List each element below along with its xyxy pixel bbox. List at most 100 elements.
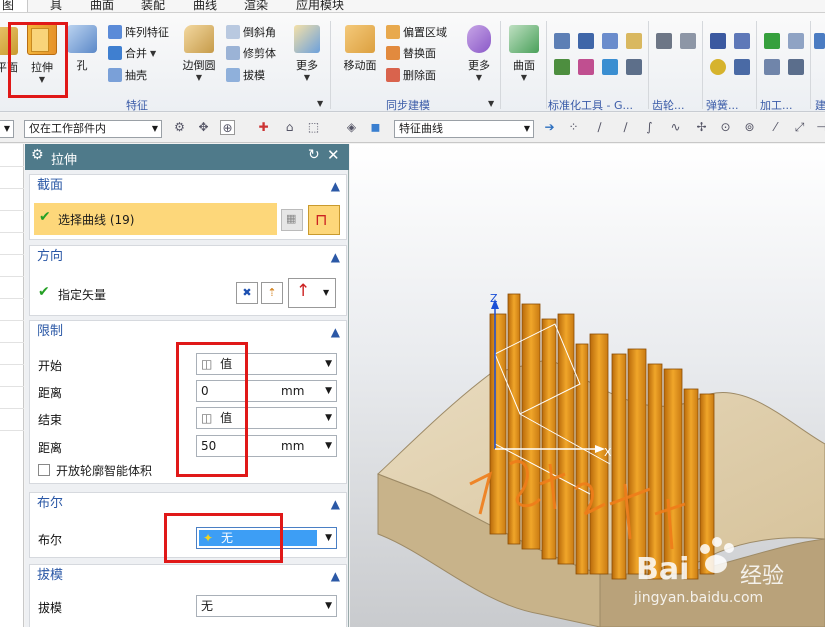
menu-item-assembly[interactable]: 装配 — [141, 0, 165, 12]
chevron-up-icon[interactable]: ▲ — [331, 175, 340, 197]
hole-button[interactable]: 孔 — [66, 25, 98, 73]
unite-dropdown-caret[interactable]: ▼ — [150, 49, 156, 58]
edge-blend-button[interactable]: 边倒圆 ▼ — [178, 25, 220, 82]
vector-type-dropdown[interactable]: ↑ ▼ — [288, 278, 336, 308]
std-tool-8-icon[interactable] — [626, 59, 642, 75]
std-tool-5-icon[interactable] — [554, 59, 570, 75]
draft-dropdown[interactable]: 无 ▼ — [196, 595, 337, 617]
std-tool-6-icon[interactable] — [578, 59, 594, 75]
open-profile-checkbox[interactable] — [38, 464, 50, 476]
snap-point-icon[interactable]: ⊕ — [220, 120, 235, 135]
chevron-up-icon[interactable]: ▲ — [331, 246, 340, 268]
build-tool-icon[interactable] — [814, 33, 825, 49]
chevron-down-icon[interactable]: ▼ — [325, 381, 332, 401]
spring-tool-4-icon[interactable] — [734, 59, 750, 75]
tangent-icon[interactable]: ⊚ — [742, 120, 757, 135]
draft-button[interactable]: 拔模 — [226, 66, 265, 84]
std-tool-1-icon[interactable] — [554, 33, 570, 49]
surface-button[interactable]: 曲面 ▼ — [506, 25, 542, 82]
spline-icon[interactable]: ∿ — [668, 120, 683, 135]
limits-header[interactable]: 限制 ▲ — [30, 321, 346, 343]
close-icon[interactable]: ✕ — [327, 146, 340, 164]
intersect-icon[interactable]: ✢ — [694, 120, 709, 135]
reset-icon[interactable]: ↻ — [308, 147, 320, 163]
std-tool-7-icon[interactable] — [602, 59, 618, 75]
more-sync-button[interactable]: 更多 ▼ — [462, 25, 496, 82]
vector-dialog-button[interactable]: ⇡ — [261, 282, 283, 304]
chevron-down-icon: ▼ — [3, 124, 10, 133]
boolean-header[interactable]: 布尔 ▲ — [30, 493, 346, 515]
curve-rule-dropdown[interactable]: 特征曲线 ▼ — [394, 120, 534, 138]
delete-face-button[interactable]: 删除面 — [386, 66, 436, 84]
spring-tool-2-icon[interactable] — [734, 33, 750, 49]
offset-region-button[interactable]: 偏置区域 — [386, 23, 447, 41]
angle-icon[interactable]: ⁄ — [768, 120, 783, 135]
shell-button[interactable]: 抽壳 — [108, 66, 147, 84]
solid-body-icon[interactable]: ◈ — [344, 120, 359, 135]
unite-label: 合并 — [125, 47, 147, 60]
snap-icon[interactable]: ✥ — [196, 120, 211, 135]
edge-blend-dropdown-caret[interactable]: ▼ — [178, 73, 220, 82]
machining-tool-1-icon[interactable] — [764, 33, 780, 49]
more-features-button[interactable]: 更多 ▼ — [290, 25, 324, 82]
rectangle-select-icon[interactable]: ⬚ — [306, 120, 321, 135]
std-tool-4-icon[interactable] — [626, 33, 642, 49]
chamfer-button[interactable]: 倒斜角 — [226, 23, 276, 41]
more-snap-icon[interactable]: ⊣ — [814, 120, 825, 135]
section-header[interactable]: 截面 ▲ — [30, 175, 346, 197]
dialog-title: 拉伸 — [51, 153, 78, 168]
chevron-down-icon[interactable]: ▼ — [325, 436, 332, 456]
scope-filter-dropdown[interactable]: 仅在工作部件内 ▼ — [24, 120, 162, 138]
machining-tool-3-icon[interactable] — [764, 59, 780, 75]
curve-icon[interactable]: ∫ — [642, 120, 657, 135]
spring-tool-3-icon[interactable] — [710, 59, 726, 75]
std-tool-3-icon[interactable] — [602, 33, 618, 49]
point-grid-icon[interactable]: ⁘ — [566, 120, 581, 135]
graphics-viewport[interactable]: Z X Bai 经验 jingyan.baidu.com — [350, 144, 825, 627]
arrow-right-icon[interactable]: ➔ — [542, 120, 557, 135]
gear-tool-2-icon[interactable] — [680, 33, 696, 49]
machining-tool-4-icon[interactable] — [788, 59, 804, 75]
menu-item-curve[interactable]: 曲线 — [193, 0, 217, 12]
quick-pick-icon[interactable]: ✚ — [256, 120, 271, 135]
surface-dropdown-caret[interactable]: ▼ — [506, 73, 542, 82]
line-2-icon[interactable]: ∕ — [618, 120, 633, 135]
circle-center-icon[interactable]: ⊙ — [718, 120, 733, 135]
more-features-dropdown-caret[interactable]: ▼ — [290, 73, 324, 82]
chevron-up-icon[interactable]: ▲ — [331, 493, 340, 515]
menu-item-surface[interactable]: 曲面 — [90, 0, 114, 12]
sync-group-expand[interactable]: ▼ — [488, 99, 494, 108]
type-filter-dropdown[interactable]: ▼ — [0, 120, 14, 138]
chevron-up-icon[interactable]: ▲ — [331, 565, 340, 587]
feature-group-expand[interactable]: ▼ — [317, 99, 323, 108]
pattern-feature-button[interactable]: 阵列特征 — [108, 23, 169, 41]
spring-tool-1-icon[interactable] — [710, 33, 726, 49]
replace-face-button[interactable]: 替换面 — [386, 44, 436, 62]
menu-item-applications[interactable]: 应用模块 — [296, 0, 344, 12]
more-sync-dropdown-caret[interactable]: ▼ — [462, 73, 496, 82]
end-distance-unit: mm — [281, 439, 305, 453]
menu-item-view[interactable]: 图 — [2, 0, 14, 12]
std-tool-2-icon[interactable] — [578, 33, 594, 49]
perpendicular-icon[interactable]: ⤢ — [792, 120, 807, 135]
select-curve-row[interactable]: ✔ 选择曲线 (19) — [34, 203, 277, 235]
distance-label: 距离 — [38, 441, 63, 455]
unite-button[interactable]: 合并 ▼ — [108, 44, 156, 62]
chevron-up-icon[interactable]: ▲ — [331, 321, 340, 343]
menu-item-render[interactable]: 渲染 — [244, 0, 268, 12]
gear-tool-1-icon[interactable] — [656, 33, 672, 49]
select-feature-icon[interactable]: ⚙ — [172, 120, 187, 135]
reverse-direction-button[interactable]: ✖ — [236, 282, 258, 304]
direction-header[interactable]: 方向 ▲ — [30, 246, 346, 268]
dialog-title-bar[interactable]: ⚙ 拉伸 ↻ ✕ — [25, 144, 349, 170]
move-face-button[interactable]: 移动面 — [340, 25, 380, 73]
select-body-icon[interactable]: ⌂ — [282, 120, 297, 135]
curve-select-button[interactable]: ⊓ — [308, 205, 340, 235]
cube-icon[interactable]: ◼ — [368, 120, 383, 135]
draft-header[interactable]: 拔模 ▲ — [30, 565, 346, 587]
trim-body-button[interactable]: 修剪体 — [226, 44, 276, 62]
sketch-section-button[interactable]: ▦ — [281, 209, 303, 231]
menu-item-tools[interactable]: 具 — [50, 0, 62, 12]
machining-tool-2-icon[interactable] — [788, 33, 804, 49]
line-icon[interactable]: ∕ — [592, 120, 607, 135]
